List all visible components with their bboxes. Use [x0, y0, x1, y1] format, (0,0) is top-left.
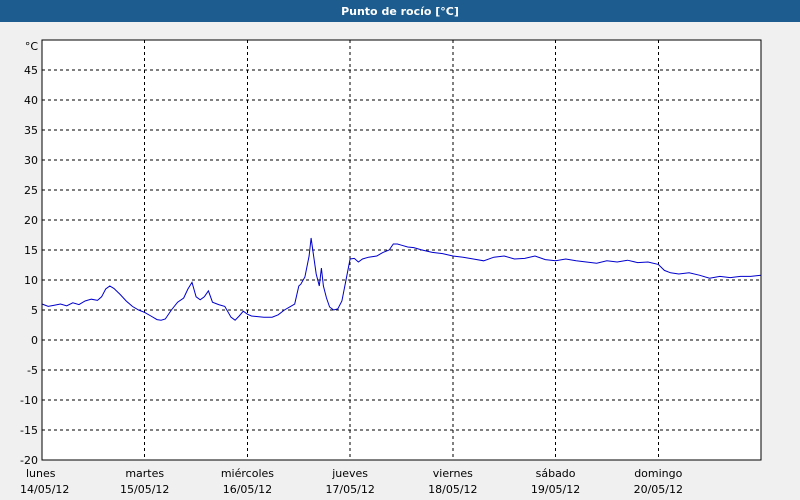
y-tick-label: 0: [31, 334, 38, 347]
x-tick-date: 17/05/12: [325, 483, 374, 496]
y-tick-label: 10: [24, 274, 38, 287]
y-tick-label: -5: [27, 364, 38, 377]
y-tick-label: -15: [20, 424, 38, 437]
y-tick-label: 35: [24, 124, 38, 137]
x-tick-date: 14/05/12: [20, 483, 69, 496]
y-tick-label: 25: [24, 184, 38, 197]
y-tick-label: -20: [20, 454, 38, 467]
x-tick-date: 18/05/12: [428, 483, 477, 496]
dew-point-chart: -20 -15 -10 -5 0 5 10 15 20 25 30 35 40 45 °C lunes 14/0…: [20, 39, 762, 496]
x-tick-date: 16/05/12: [223, 483, 272, 496]
x-tick-date: 15/05/12: [120, 483, 169, 496]
x-tick-day: sábado: [536, 467, 576, 480]
x-tick-day: viernes: [433, 467, 473, 480]
y-tick-label: 20: [24, 214, 38, 227]
plot-area: [42, 40, 761, 460]
y-tick-label: 15: [24, 244, 38, 257]
y-tick-label: 5: [31, 304, 38, 317]
x-tick-day: martes: [125, 467, 164, 480]
x-tick-day: lunes: [26, 467, 56, 480]
y-tick-label: 40: [24, 94, 38, 107]
x-tick-date: 20/05/12: [634, 483, 683, 496]
y-tick-label: 30: [24, 154, 38, 167]
y-tick-label: -10: [20, 394, 38, 407]
y-tick-label: 45: [24, 64, 38, 77]
window-title: Punto de rocío [°C]: [0, 0, 800, 22]
chart-window: Punto de rocío [°C] -20 -15 -10 -5 0 5 10 15 20 2…: [0, 0, 800, 500]
x-tick-date: 19/05/12: [531, 483, 580, 496]
x-tick-day: miércoles: [221, 467, 274, 480]
y-axis-unit: °C: [25, 40, 39, 53]
x-tick-day: jueves: [331, 467, 368, 480]
x-tick-day: domingo: [634, 467, 682, 480]
